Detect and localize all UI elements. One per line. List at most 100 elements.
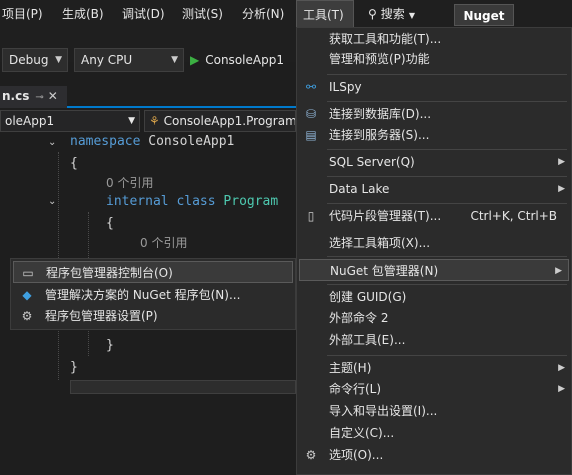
menu-item-theme[interactable]: 主题(H) ▶ (297, 357, 571, 379)
submenu-item-label: 程序包管理器控制台(O) (46, 266, 173, 280)
menu-item-import-export[interactable]: 导入和导出设置(I)... (297, 400, 571, 422)
submenu-item-label: 程序包管理器设置(P) (45, 309, 158, 323)
menu-item-options[interactable]: ⚙ 选项(O)... (297, 444, 571, 466)
menu-item-data-lake[interactable]: Data Lake ▶ (297, 178, 571, 200)
menu-item-label: 外部命令 2 (329, 311, 389, 325)
collapse-icon[interactable]: ⌄ (48, 196, 56, 207)
submenu-item-settings[interactable]: ⚙ 程序包管理器设置(P) (11, 305, 295, 327)
menu-item-shortcut: Ctrl+K, Ctrl+B (470, 209, 557, 223)
keyword: class (176, 194, 216, 209)
search-box[interactable]: ⚲ 搜索 ▼ (368, 3, 415, 25)
brace: } (106, 338, 114, 353)
menu-item-label: 代码片段管理器(T)... (329, 209, 442, 223)
project-dropdown[interactable]: oleApp1 ▼ (0, 110, 140, 132)
chevron-right-icon: ▶ (558, 384, 565, 394)
menu-item-external-command-2[interactable]: 外部命令 2 (297, 307, 571, 329)
reference-count[interactable]: 0 个引用 (140, 234, 187, 251)
menu-separator (327, 284, 567, 285)
chevron-right-icon: ▶ (558, 184, 565, 194)
menu-item-external-tools[interactable]: 外部工具(E)... (297, 329, 571, 351)
play-icon: ▶ (190, 53, 200, 67)
project-dropdown-value: oleApp1 (5, 114, 55, 128)
menu-item-snippet-manager[interactable]: ▯ 代码片段管理器(T)... Ctrl+K, Ctrl+B (297, 205, 571, 227)
menu-separator (327, 203, 567, 204)
chevron-down-icon: ▼ (408, 11, 415, 20)
start-debug-button[interactable]: ▶ ConsoleApp1 (190, 49, 284, 71)
menu-item-sql-server[interactable]: SQL Server(Q) ▶ (297, 151, 571, 173)
collapse-icon[interactable]: ⌄ (48, 137, 56, 148)
nuget-submenu: ▭ 程序包管理器控制台(O) ◆ 管理解决方案的 NuGet 程序包(N)...… (10, 258, 296, 330)
menu-item-nuget[interactable]: NuGet 包管理器(N) ▶ (299, 259, 569, 281)
menu-item-label: 创建 GUID(G) (329, 290, 407, 304)
nuget-icon: ◆ (22, 288, 32, 302)
ilspy-icon: ⚯ (305, 80, 317, 94)
menu-item-label: 自定义(C)... (329, 426, 395, 440)
keyword: internal (106, 194, 169, 209)
code-line: namespace ConsoleApp1 (70, 134, 234, 149)
class-name: Program (223, 194, 279, 209)
submenu-item-manage-packages[interactable]: ◆ 管理解决方案的 NuGet 程序包(N)... (11, 284, 295, 306)
menu-analyze[interactable]: 分析(N) (242, 0, 284, 28)
menu-item-manage-preview[interactable]: 管理和预览(P)功能 (297, 48, 571, 70)
chevron-down-icon: ▼ (171, 55, 178, 65)
brace: { (70, 156, 78, 171)
menu-item-label: 命令行(L) (329, 382, 382, 396)
menu-bar: 项目(P) 生成(B) 调试(D) 测试(S) 分析(N) 工具(T) ⚲ 搜索 ▼… (0, 0, 572, 28)
menu-item-ilspy[interactable]: ⚯ ILSpy (297, 76, 571, 98)
brace: { (106, 216, 114, 231)
brace: } (70, 360, 78, 375)
menu-project[interactable]: 项目(P) (2, 0, 43, 28)
menu-separator (327, 149, 567, 150)
menu-item-get-tools[interactable]: 获取工具和功能(T)... (297, 28, 571, 50)
close-icon[interactable]: ✕ (48, 89, 58, 103)
chevron-right-icon: ▶ (558, 157, 565, 167)
console-icon: ▭ (22, 266, 34, 280)
menu-build[interactable]: 生成(B) (62, 0, 104, 28)
class-dropdown-value: ConsoleApp1.Program (163, 114, 296, 128)
reference-count[interactable]: 0 个引用 (106, 174, 153, 191)
menu-item-label: 选项(O)... (329, 448, 384, 462)
snippet-icon: ▯ (307, 209, 315, 223)
platform-dropdown[interactable]: Any CPU ▼ (74, 48, 184, 72)
menu-separator (327, 256, 567, 257)
code-line: { (106, 216, 114, 231)
menu-item-label: Data Lake (329, 182, 390, 196)
menu-item-connect-database[interactable]: ⛁ 连接到数据库(D)... (297, 103, 571, 125)
menu-test[interactable]: 测试(S) (182, 0, 223, 28)
menu-item-create-guid[interactable]: 创建 GUID(G) (297, 286, 571, 308)
gear-icon: ⚙ (21, 309, 33, 323)
horizontal-scrollbar[interactable] (70, 380, 296, 394)
menu-item-label: 主题(H) (329, 361, 372, 375)
menu-item-label: 选择工具箱项(X)... (329, 236, 431, 250)
menu-debug[interactable]: 调试(D) (122, 0, 165, 28)
gear-icon: ⚙ (305, 448, 317, 462)
server-icon: ▤ (305, 128, 317, 142)
config-dropdown[interactable]: Debug ▼ (2, 48, 68, 72)
submenu-item-label: 管理解决方案的 NuGet 程序包(N)... (45, 288, 241, 302)
chevron-right-icon: ▶ (558, 363, 565, 373)
menu-item-label: 导入和导出设置(I)... (329, 404, 438, 418)
menu-item-label: 获取工具和功能(T)... (329, 32, 442, 46)
menu-separator (327, 101, 567, 102)
class-icon: ⚘ (149, 114, 160, 128)
menu-item-command-line[interactable]: 命令行(L) ▶ (297, 378, 571, 400)
document-tab[interactable]: n.cs ⊸ ✕ (0, 86, 67, 108)
chevron-right-icon: ▶ (555, 266, 562, 276)
start-debug-label: ConsoleApp1 (205, 53, 284, 67)
keyword: namespace (70, 134, 141, 149)
menu-item-choose-toolbox[interactable]: 选择工具箱项(X)... (297, 232, 571, 254)
submenu-item-console[interactable]: ▭ 程序包管理器控制台(O) (13, 261, 293, 283)
menu-item-label: NuGet 包管理器(N) (330, 264, 439, 278)
search-icon: ⚲ (368, 7, 377, 21)
pin-icon[interactable]: ⊸ (35, 92, 43, 103)
code-line: internal class Program (106, 194, 278, 209)
menu-item-connect-server[interactable]: ▤ 连接到服务器(S)... (297, 124, 571, 146)
menu-separator (327, 355, 567, 356)
menu-item-customize[interactable]: 自定义(C)... (297, 422, 571, 444)
config-value: Debug (9, 53, 49, 67)
namespace-name: ConsoleApp1 (148, 134, 235, 149)
database-icon: ⛁ (305, 107, 317, 121)
class-dropdown[interactable]: ⚘ ConsoleApp1.Program (144, 110, 296, 132)
menu-tools[interactable]: 工具(T) (296, 0, 354, 28)
solution-name-badge[interactable]: Nuget (454, 4, 514, 26)
